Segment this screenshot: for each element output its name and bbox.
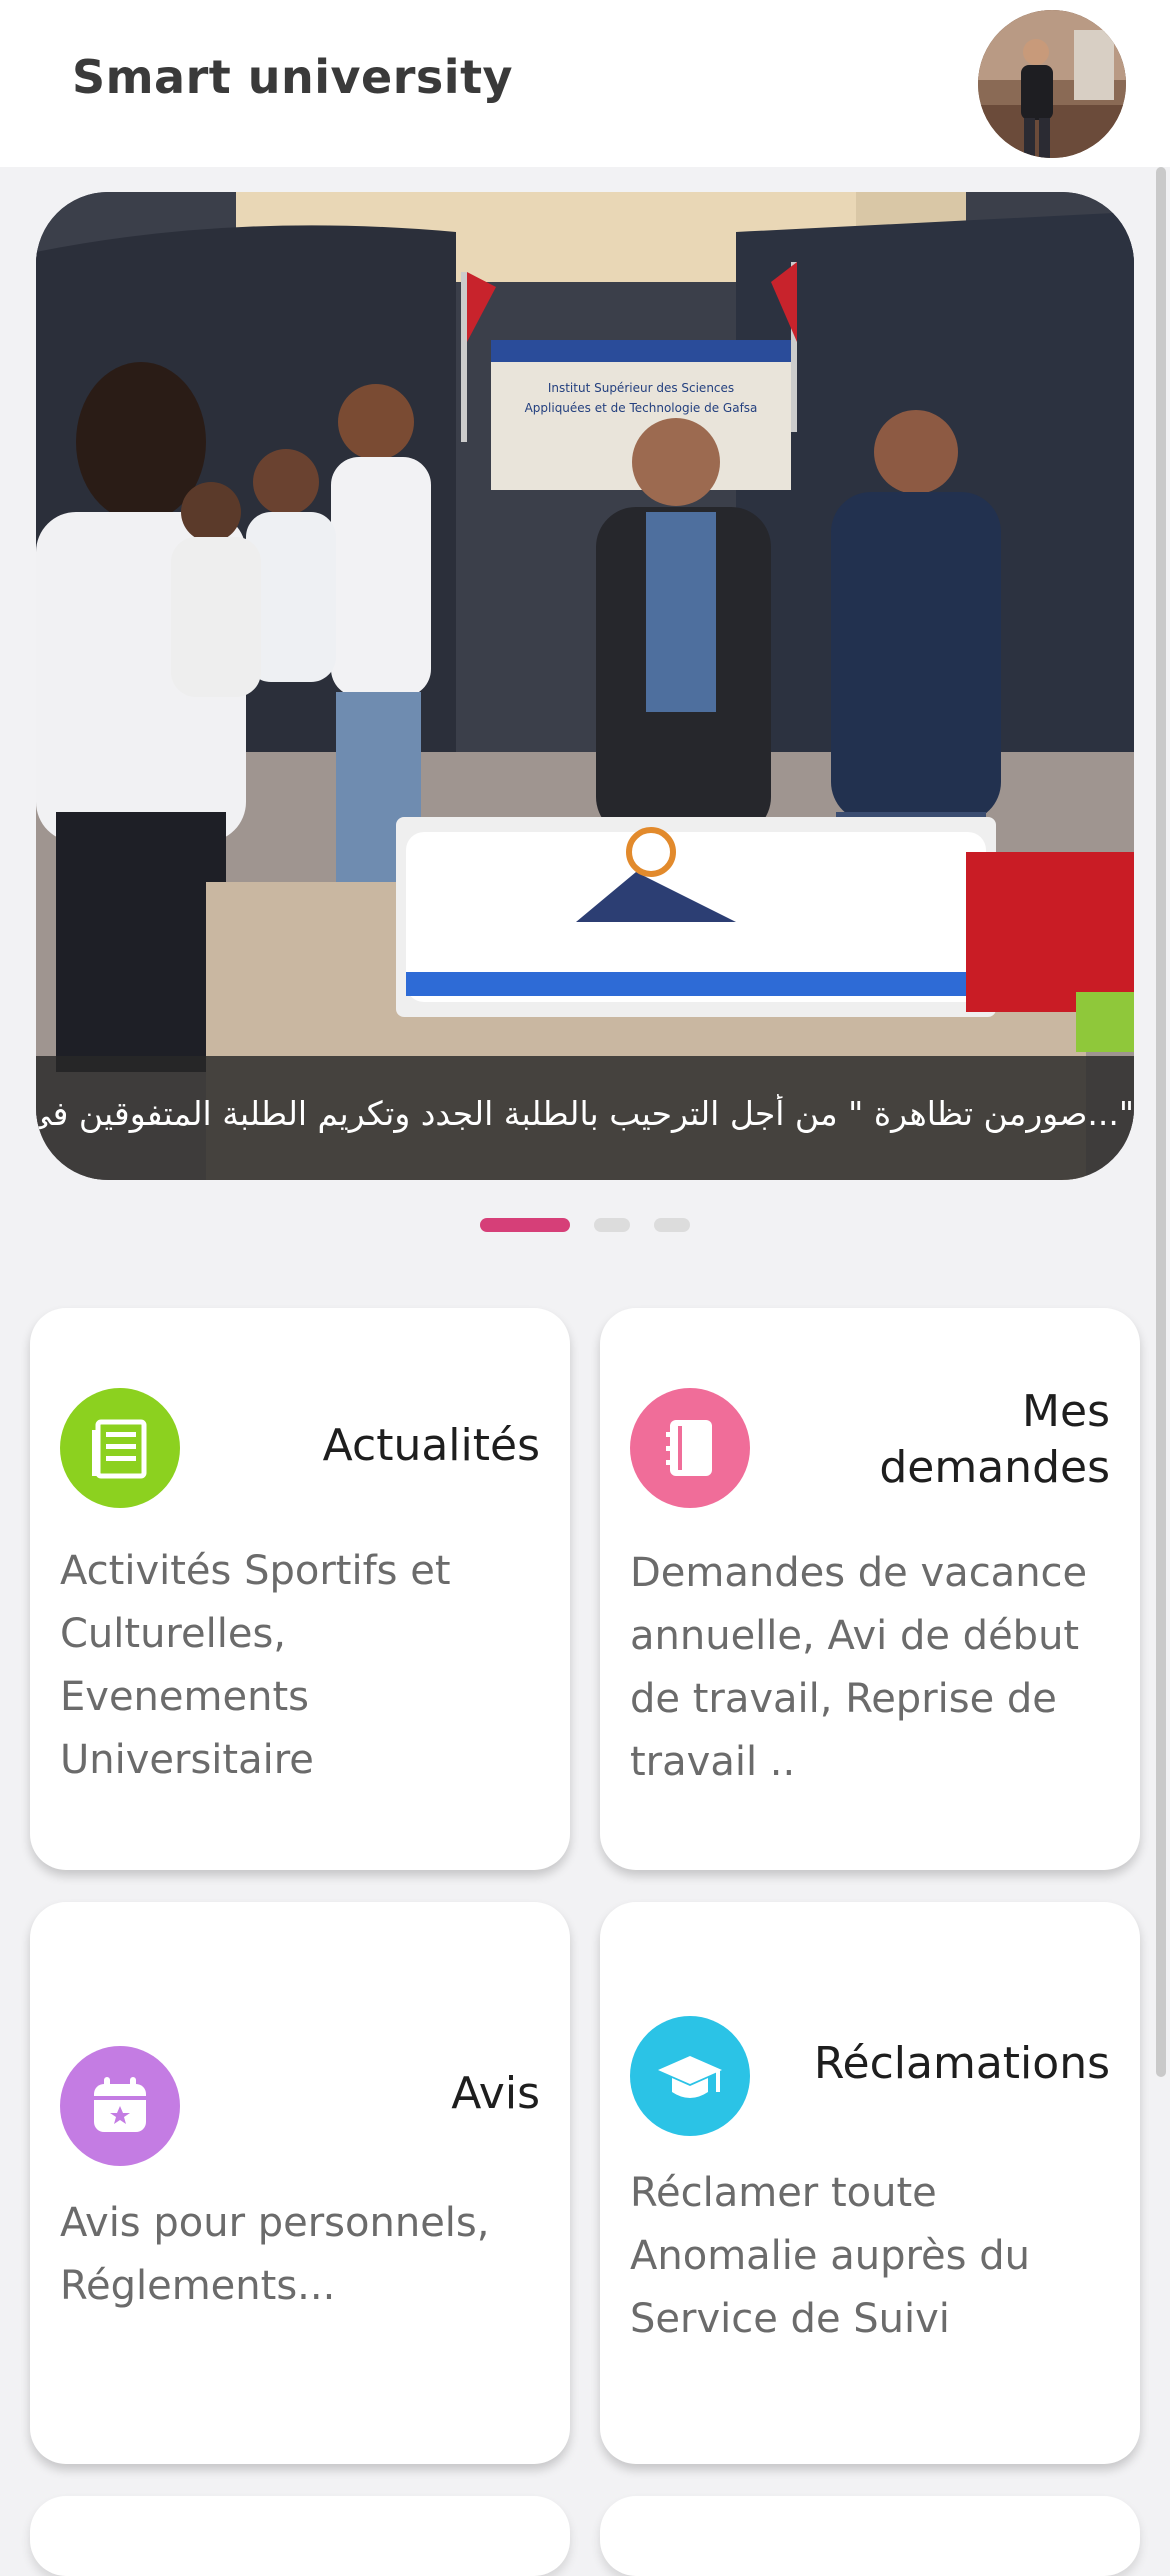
card-actualites[interactable]: Actualités Activités Sportifs et Culture… xyxy=(30,1308,570,1870)
profile-avatar[interactable] xyxy=(978,10,1126,158)
news-carousel[interactable]: Institut Supérieur des Sciences Appliqué… xyxy=(36,192,1134,1180)
banner-text-2: Appliquées et de Technologie de Gafsa xyxy=(525,401,758,415)
card-mes-demandes-description: Demandes de vacance annuelle, Avi de déb… xyxy=(630,1550,1088,1785)
carousel-caption: "...صورمن تظاهرة " من أجل الترحيب بالطلب… xyxy=(36,1094,1134,1133)
page-dot-2[interactable] xyxy=(594,1218,630,1232)
card-avis-description: Avis pour personnels, Réglements... xyxy=(60,2200,490,2309)
app-title: Smart university xyxy=(72,50,514,104)
scrollbar[interactable] xyxy=(1156,167,1166,2077)
cake-text: ISSAT GAFSA xyxy=(581,928,712,949)
card-next-right[interactable] xyxy=(600,2496,1140,2576)
card-mes-demandes[interactable]: Mes demandes Demandes de vacance annuell… xyxy=(600,1308,1140,1870)
page-dot-3[interactable] xyxy=(654,1218,690,1232)
carousel-page-indicator xyxy=(0,1218,1170,1232)
avatar-photo xyxy=(978,10,1126,158)
carousel-photo: Institut Supérieur des Sciences Appliqué… xyxy=(36,192,1134,1180)
graduation-cap-icon xyxy=(630,2016,750,2136)
card-mes-demandes-icon-bg xyxy=(630,1388,750,1508)
card-reclamations-title: Réclamations xyxy=(813,2038,1110,2089)
card-next-left[interactable] xyxy=(30,2496,570,2576)
card-avis-icon-bg xyxy=(60,2046,180,2166)
app-bar: Smart university xyxy=(0,0,1170,167)
card-mes-demandes-title: Mes demandes xyxy=(879,1386,1110,1493)
banner-text-1: Institut Supérieur des Sciences xyxy=(548,381,734,395)
calendar-star-icon xyxy=(60,2046,180,2166)
carousel-caption-bar: "...صورمن تظاهرة " من أجل الترحيب بالطلب… xyxy=(36,1056,1134,1180)
card-actualites-description: Activités Sportifs et Culturelles, Evene… xyxy=(60,1548,451,1783)
card-reclamations[interactable]: Réclamations Réclamer toute Anomalie aup… xyxy=(600,1902,1140,2464)
notebook-icon xyxy=(630,1388,750,1508)
newspaper-icon xyxy=(60,1388,180,1508)
card-avis-title: Avis xyxy=(451,2068,540,2119)
page-dot-1[interactable] xyxy=(480,1218,570,1232)
card-reclamations-description: Réclamer toute Anomalie auprès du Servic… xyxy=(630,2170,1030,2342)
card-avis[interactable]: Avis Avis pour personnels, Réglements... xyxy=(30,1902,570,2464)
card-reclamations-icon-bg xyxy=(630,2016,750,2136)
card-actualites-icon-bg xyxy=(60,1388,180,1508)
card-actualites-title: Actualités xyxy=(322,1420,540,1471)
